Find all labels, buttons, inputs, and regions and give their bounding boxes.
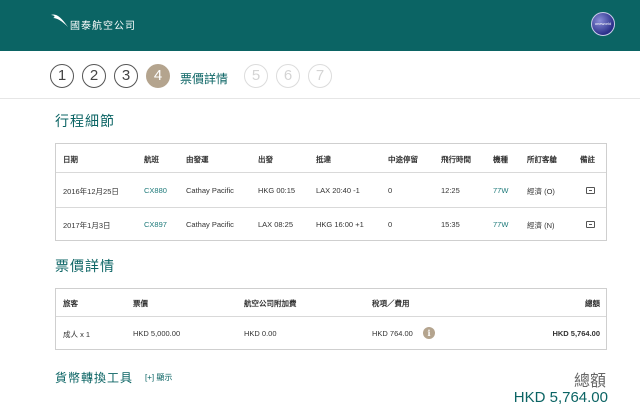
current-step-label: 票價詳情 (180, 72, 229, 86)
row-cabin: 經濟 (O) (527, 187, 555, 196)
itinerary-section-title: 行程細節 (55, 113, 115, 129)
passenger-count: 成人 x 1 (63, 330, 91, 339)
step-3[interactable]: 3 (114, 64, 138, 88)
aircraft-link[interactable]: 77W (493, 220, 508, 229)
col-depart: 出發 (258, 155, 273, 164)
step-4-current: 4 (146, 64, 170, 88)
row-date: 2017年1月3日 (63, 221, 111, 230)
col-operated-by: 由發運 (186, 155, 209, 164)
row-arrive: HKG 16:00 +1 (316, 220, 364, 229)
step-6: 6 (276, 64, 300, 88)
row-operator: Cathay Pacific (186, 220, 234, 229)
top-bar: 國泰航空公司 oneworld (0, 0, 640, 51)
oneworld-badge-icon: oneworld (591, 12, 615, 36)
col-remarks: 備註 (580, 155, 595, 164)
table-row: 2017年1月3日 CX897 Cathay Pacific LAX 08:25… (56, 207, 606, 241)
surcharge-amount: HKD 0.00 (244, 329, 277, 338)
row-duration: 15:35 (441, 220, 460, 229)
table-row: 成人 x 1 HKD 5,000.00 HKD 0.00 HKD 764.00 … (56, 316, 606, 350)
row-cabin: 經濟 (N) (527, 221, 555, 230)
row-stops: 0 (388, 220, 393, 229)
col-total: 總額 (585, 299, 600, 308)
col-arrive: 抵達 (316, 155, 331, 164)
col-duration: 飛行時間 (441, 155, 471, 164)
flight-link[interactable]: CX880 (144, 186, 167, 195)
col-aircraft: 機種 (493, 155, 508, 164)
col-passenger: 旅客 (63, 299, 78, 308)
fare-table: 旅客 票價 航空公司附加費 稅項／費用 總額 成人 x 1 HKD 5,000.… (55, 288, 607, 350)
row-duration: 12:25 (441, 186, 460, 195)
row-date: 2016年12月25日 (63, 187, 119, 196)
brushwing-logo-icon[interactable] (50, 12, 70, 30)
col-flight: 航班 (144, 155, 159, 164)
grand-total-label: 總額 (573, 373, 606, 390)
fare-section-title: 票價詳情 (55, 258, 115, 274)
base-fare: HKD 5,000.00 (133, 329, 181, 338)
info-icon[interactable]: i (423, 327, 435, 339)
row-depart: LAX 08:25 (258, 220, 294, 229)
row-operator: Cathay Pacific (186, 186, 234, 195)
row-depart: HKG 00:15 (258, 186, 296, 195)
brand-name[interactable]: 國泰航空公司 (70, 17, 136, 32)
step-5: 5 (244, 64, 268, 88)
table-row: 2016年12月25日 CX880 Cathay Pacific HKG 00:… (56, 172, 606, 207)
row-stops: 0 (388, 186, 393, 195)
aircraft-link[interactable]: 77W (493, 186, 508, 195)
grand-total-value: HKD 5,764.00 (513, 389, 608, 406)
col-taxes: 稅項／費用 (372, 299, 410, 308)
step-2[interactable]: 2 (82, 64, 106, 88)
itinerary-table: 日期 航班 由發運 出發 抵達 中途停留 飛行時間 機種 所訂客艙 備註 201… (55, 143, 607, 241)
flight-link[interactable]: CX897 (144, 220, 167, 229)
col-date: 日期 (63, 155, 78, 164)
note-icon[interactable] (586, 187, 595, 194)
note-icon[interactable] (586, 221, 595, 228)
currency-converter-title: 貨幣轉換工具 (55, 371, 134, 385)
col-surcharge: 航空公司附加費 (244, 299, 297, 308)
step-7: 7 (308, 64, 332, 88)
step-1[interactable]: 1 (50, 64, 74, 88)
progress-steps: 1 2 3 4 票價詳情 5 6 7 (0, 51, 640, 99)
col-fare: 票價 (133, 299, 148, 308)
show-converter-link[interactable]: [+] 顯示 (145, 372, 172, 383)
col-cabin: 所訂客艙 (527, 155, 557, 164)
row-total: HKD 5,764.00 (552, 329, 600, 338)
row-arrive: LAX 20:40 -1 (316, 186, 360, 195)
col-stops: 中途停留 (388, 155, 418, 164)
taxes-amount: HKD 764.00 (372, 329, 413, 338)
